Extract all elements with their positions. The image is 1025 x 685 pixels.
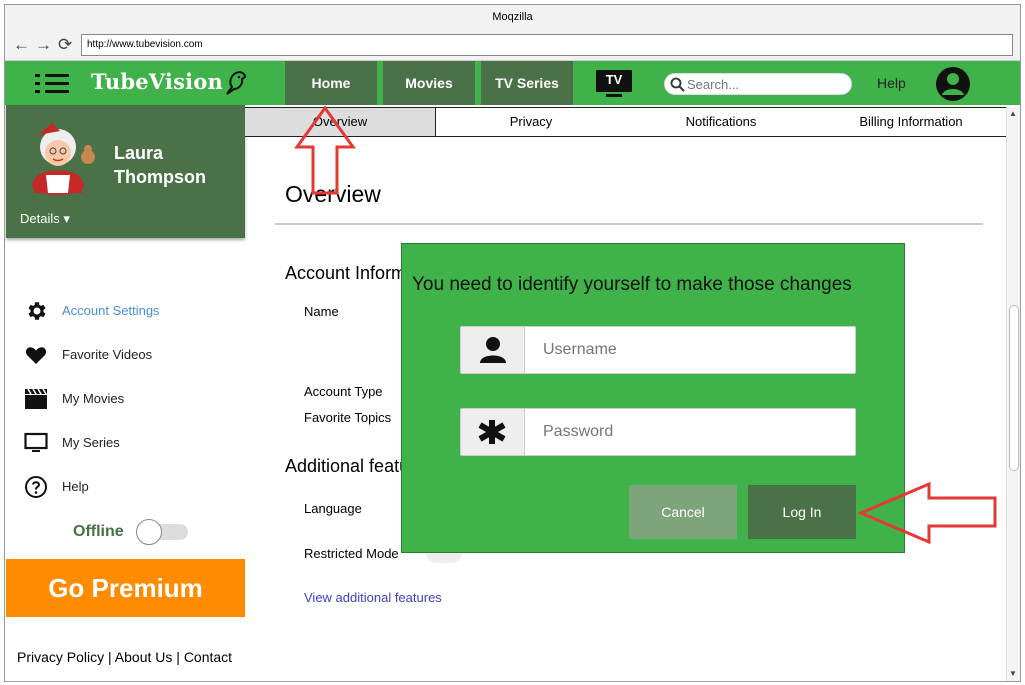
name-label: Name <box>304 304 339 319</box>
offline-toggle[interactable] <box>136 519 188 545</box>
sidebar-item-label: Favorite Videos <box>62 347 153 362</box>
footer-separator: | <box>176 649 180 665</box>
offline-label: Offline <box>73 523 124 540</box>
settings-tabs: Overview Privacy Notifications Billing I… <box>245 107 1008 137</box>
sidebar-item-label: My Series <box>62 435 120 450</box>
modal-message: You need to identify yourself to make th… <box>412 274 852 295</box>
privacy-policy-link[interactable]: Privacy Policy <box>17 649 104 665</box>
footer-separator: | <box>108 649 112 665</box>
username-icon-box <box>461 327 525 373</box>
search-box[interactable] <box>664 73 852 95</box>
view-additional-features-link[interactable]: View additional features <box>304 590 442 605</box>
scroll-down-icon[interactable]: ▼ <box>1009 669 1017 678</box>
tab-notifications[interactable]: Notifications <box>626 108 816 136</box>
nav-movies[interactable]: Movies <box>383 61 475 105</box>
scrollbar[interactable]: ▲ ▼ <box>1006 107 1020 681</box>
help-link[interactable]: Help <box>877 61 906 105</box>
menu-icon[interactable] <box>35 74 69 94</box>
sidebar-item-favorite-videos[interactable]: Favorite Videos <box>23 343 223 367</box>
profile-card: Laura Thompson Details ▾ <box>6 105 245 238</box>
question-circle-icon <box>25 476 47 498</box>
details-dropdown[interactable]: Details ▾ <box>20 211 70 227</box>
language-label: Language <box>304 501 362 516</box>
url-bar[interactable]: http://www.tubevision.com <box>81 34 1013 56</box>
password-icon-box <box>461 409 525 455</box>
contact-link[interactable]: Contact <box>184 649 232 665</box>
user-icon <box>480 337 506 363</box>
nav-home[interactable]: Home <box>285 61 377 105</box>
app-logo[interactable]: TubeVision <box>91 69 223 94</box>
username-field[interactable] <box>460 326 856 374</box>
login-button[interactable]: Log In <box>748 485 856 539</box>
sidebar-item-label: Help <box>62 479 89 494</box>
toggle-knob <box>136 519 162 545</box>
annotation-arrow-left <box>857 481 997 545</box>
browser-window: Moqzilla ← → ⟳ http://www.tubevision.com… <box>4 4 1021 682</box>
tab-billing-information[interactable]: Billing Information <box>816 108 1006 136</box>
arrow-right-icon[interactable]: → <box>35 35 52 55</box>
username-input[interactable] <box>543 340 843 360</box>
login-modal: You need to identify yourself to make th… <box>401 243 905 553</box>
sidebar-item-label: My Movies <box>62 391 125 406</box>
annotation-arrow-up <box>294 105 356 195</box>
sidebar-item-my-movies[interactable]: My Movies <box>23 387 223 411</box>
profile-name: Laura Thompson <box>114 141 206 189</box>
nav-tv-series[interactable]: TV Series <box>481 61 573 105</box>
profile-first-name: Laura <box>114 143 164 163</box>
restricted-mode-label: Restricted Mode <box>304 546 399 561</box>
search-input[interactable] <box>687 76 847 92</box>
asterisk-icon <box>478 420 506 444</box>
app-header: TubeVision Home Movies TV Series TV Help <box>5 61 1020 105</box>
browser-toolbar: ← → ⟳ http://www.tubevision.com <box>5 29 1020 61</box>
tv-label: TV <box>605 72 623 87</box>
gear-icon <box>28 302 46 320</box>
sidebar-item-help[interactable]: Help <box>23 475 223 499</box>
tab-privacy[interactable]: Privacy <box>436 108 626 136</box>
window-title: Moqzilla <box>5 5 1020 31</box>
password-field[interactable] <box>460 408 856 456</box>
monitor-icon <box>24 432 48 452</box>
cancel-button[interactable]: Cancel <box>629 485 737 539</box>
profile-last-name: Thompson <box>114 167 206 187</box>
sidebar-item-account-settings[interactable]: Account Settings <box>23 299 223 323</box>
user-avatar-icon[interactable] <box>935 66 971 102</box>
scroll-thumb[interactable] <box>1009 305 1019 471</box>
go-premium-button[interactable]: Go Premium <box>6 559 245 617</box>
reload-icon[interactable]: ⟳ <box>58 35 72 55</box>
divider <box>275 223 983 225</box>
account-type-label: Account Type <box>304 384 383 399</box>
sidebar-item-label: Account Settings <box>62 303 160 318</box>
scroll-up-icon[interactable]: ▲ <box>1009 109 1017 118</box>
profile-avatar[interactable] <box>22 117 104 195</box>
bird-logo-icon <box>226 71 247 95</box>
search-icon <box>670 77 685 92</box>
heart-icon <box>25 347 47 364</box>
footer-links: Privacy Policy | About Us | Contact <box>17 649 232 665</box>
password-input[interactable] <box>543 422 843 442</box>
tv-icon[interactable]: TV <box>594 68 634 100</box>
arrow-left-icon[interactable]: ← <box>13 35 30 55</box>
about-us-link[interactable]: About Us <box>115 649 173 665</box>
favorite-topics-label: Favorite Topics <box>304 410 392 425</box>
clapperboard-icon <box>25 388 47 409</box>
sidebar-item-my-series[interactable]: My Series <box>23 431 223 455</box>
